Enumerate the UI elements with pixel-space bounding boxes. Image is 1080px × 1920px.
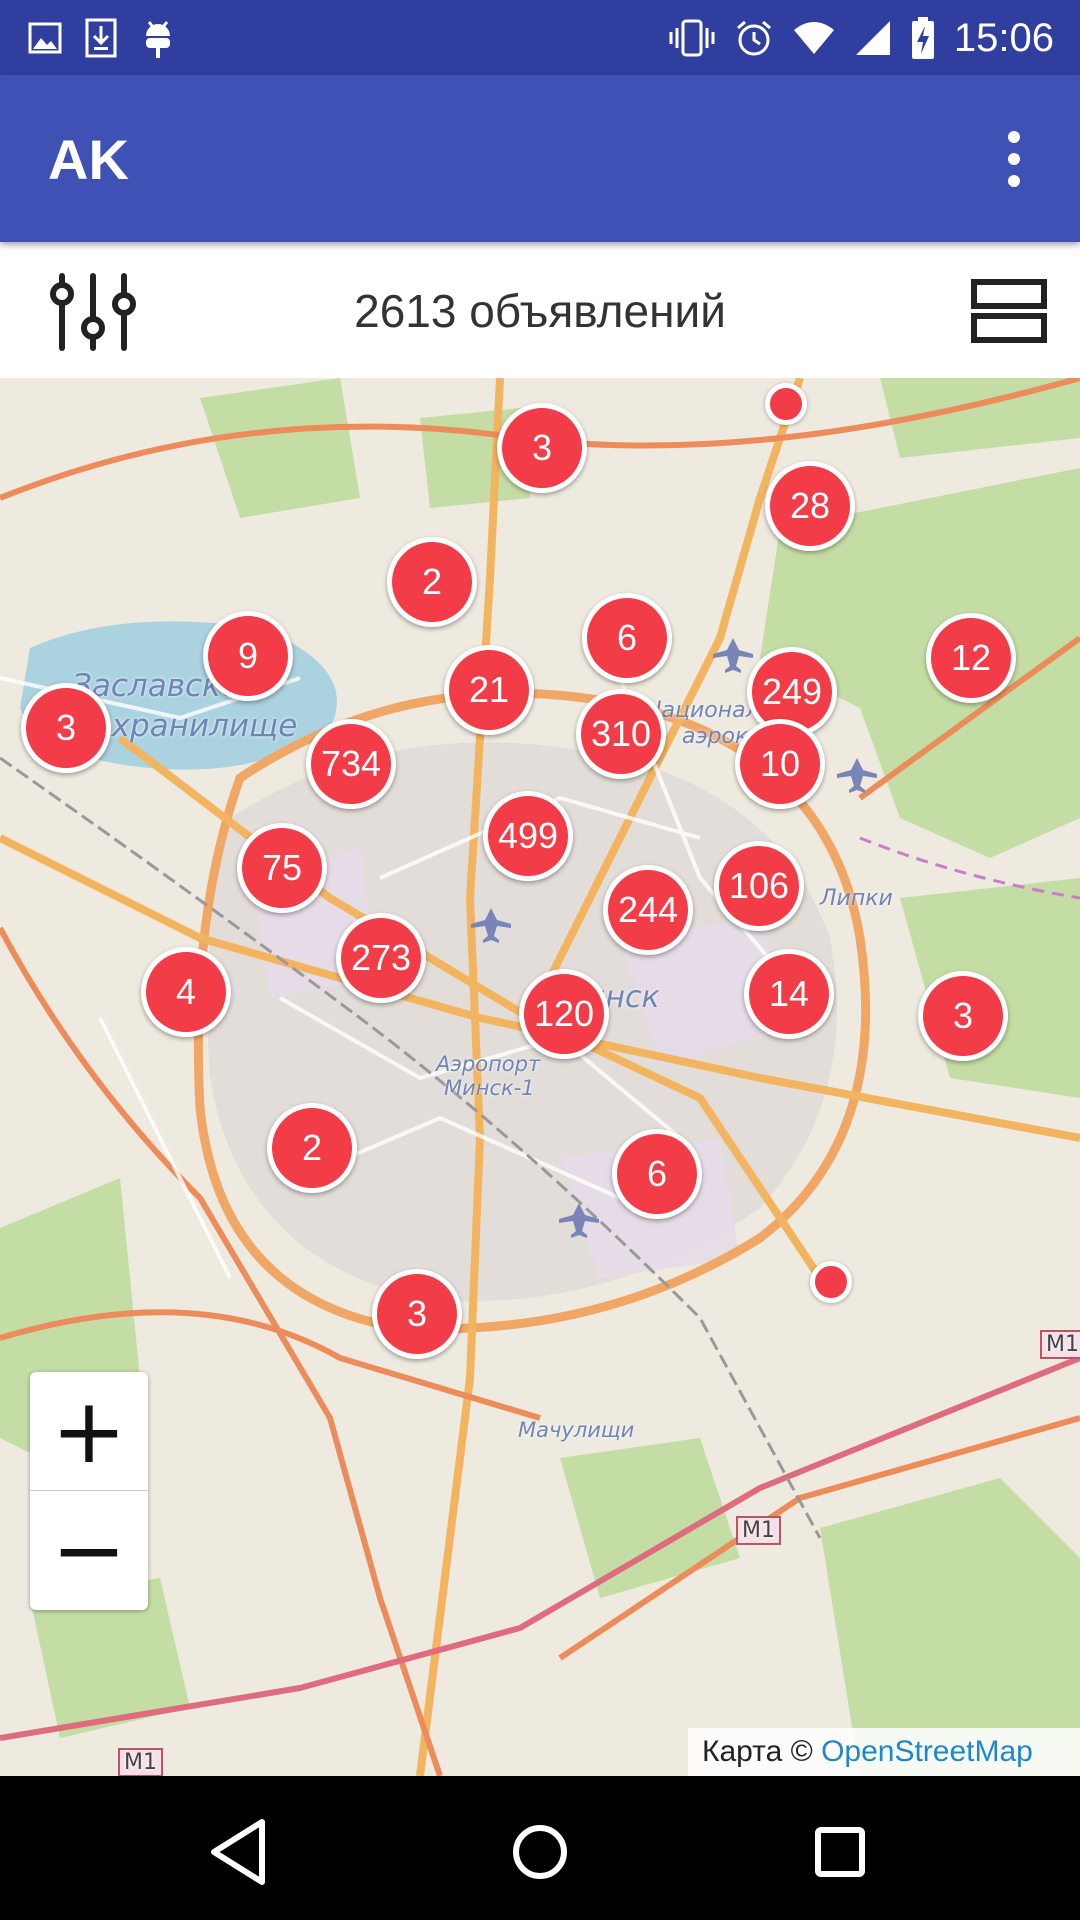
cluster-marker[interactable]: 120 — [519, 969, 609, 1059]
alarm-icon — [736, 20, 771, 56]
cluster-marker[interactable]: 499 — [483, 791, 573, 881]
cluster-marker[interactable]: 6 — [582, 593, 672, 683]
map-tiles — [0, 378, 1080, 1776]
zoom-in-button[interactable]: + — [30, 1372, 148, 1491]
cluster-marker[interactable]: 4 — [141, 947, 231, 1037]
cluster-marker[interactable]: 310 — [576, 689, 666, 779]
wifi-icon — [793, 22, 834, 54]
list-view-icon[interactable] — [970, 278, 1048, 344]
app-bar: AK — [0, 75, 1080, 242]
battery-charging-icon — [911, 17, 934, 59]
cluster-marker[interactable]: 21 — [444, 645, 534, 735]
navigation-bar — [0, 1776, 1080, 1920]
road-shield-m1: M1 — [1040, 1330, 1080, 1359]
download-icon — [85, 18, 117, 58]
road-shield-m1: M1 — [736, 1516, 781, 1545]
attribution-prefix: Карта © — [702, 1735, 822, 1768]
status-bar: 15:06 — [0, 0, 1080, 75]
clock: 15:06 — [953, 15, 1054, 60]
cluster-marker[interactable]: 2 — [387, 537, 477, 627]
map-label-airport: Минск-1 — [444, 1076, 535, 1100]
cluster-marker[interactable]: 3 — [372, 1269, 462, 1359]
recents-icon[interactable] — [800, 1812, 880, 1892]
listing-count: 2613 объявлений — [354, 285, 726, 337]
cluster-marker[interactable]: 75 — [237, 823, 327, 913]
cluster-marker[interactable]: 244 — [603, 865, 693, 955]
cluster-marker[interactable]: 2 — [267, 1103, 357, 1193]
cluster-marker[interactable]: 106 — [714, 841, 804, 931]
cluster-marker[interactable]: 9 — [203, 611, 293, 701]
cluster-marker[interactable]: 10 — [735, 719, 825, 809]
zoom-out-button[interactable]: − — [30, 1491, 148, 1609]
map-label-machulishchy: Мачулищи — [518, 1418, 635, 1442]
listing-toolbar: 2613 объявлений — [0, 242, 1080, 378]
map-view[interactable]: Заславское водохранилище Национальный аэ… — [0, 378, 1080, 1776]
cluster-marker[interactable]: 3 — [918, 971, 1008, 1061]
cluster-marker[interactable]: 14 — [744, 949, 834, 1039]
cluster-marker[interactable]: 3 — [21, 683, 111, 773]
cluster-marker[interactable]: 3 — [497, 403, 587, 493]
map-attribution: Карта © OpenStreetMap — [688, 1728, 1080, 1776]
zoom-controls: + − — [30, 1372, 148, 1610]
more-vert-icon[interactable] — [978, 121, 1050, 197]
signal-icon — [855, 21, 890, 55]
back-icon[interactable] — [200, 1812, 280, 1892]
vibrate-icon — [669, 19, 715, 57]
home-icon[interactable] — [500, 1812, 580, 1892]
app-title: AK — [48, 128, 129, 191]
openstreetmap-link[interactable]: OpenStreetMap — [821, 1735, 1033, 1768]
road-shield-m1: M1 — [118, 1748, 163, 1776]
cluster-marker[interactable]: 734 — [306, 719, 396, 809]
single-marker[interactable] — [810, 1261, 852, 1303]
android-icon — [146, 21, 170, 58]
cluster-marker[interactable]: 12 — [926, 613, 1016, 703]
map-label-lipki: Липки — [820, 886, 893, 911]
cluster-marker[interactable]: 28 — [765, 461, 855, 551]
image-icon — [28, 22, 62, 54]
single-marker[interactable] — [765, 383, 807, 425]
cluster-marker[interactable]: 273 — [336, 913, 426, 1003]
map-label-airport: Аэропорт — [436, 1052, 541, 1076]
cluster-marker[interactable]: 6 — [612, 1129, 702, 1219]
